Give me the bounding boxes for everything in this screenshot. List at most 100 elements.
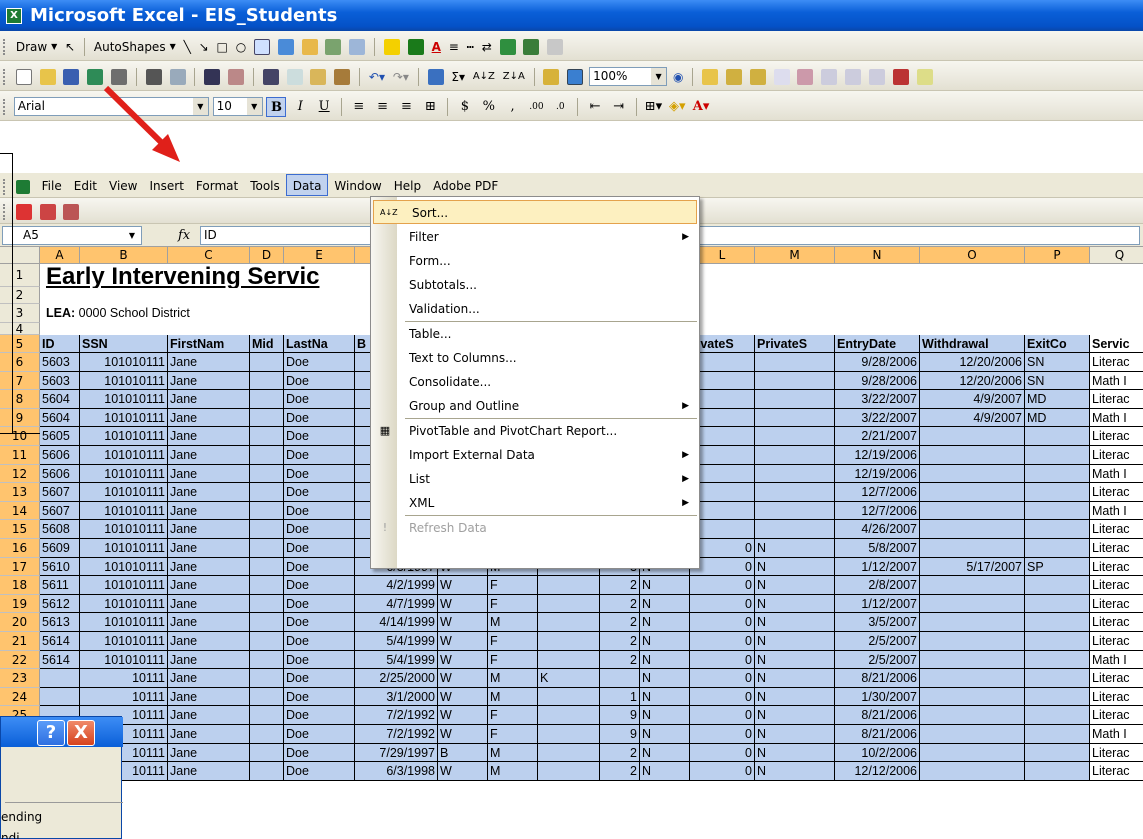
cell-j-row[interactable]: 2 <box>600 650 640 670</box>
font-size-select[interactable]: 10 ▼ <box>212 97 263 116</box>
cell-q-row[interactable]: Literac <box>1090 576 1143 595</box>
column-header-m[interactable]: M <box>755 247 835 264</box>
cell-l-row[interactable]: 0 <box>690 650 755 670</box>
cell-q-row[interactable]: Literac <box>1090 520 1143 539</box>
cell-p-row[interactable] <box>1025 539 1090 558</box>
cell-o-row[interactable] <box>920 613 1025 632</box>
cell-i-row[interactable] <box>538 650 600 670</box>
cell-n-row[interactable]: 12/12/2006 <box>835 762 920 781</box>
column-header-n[interactable]: N <box>835 247 920 264</box>
row-header-10[interactable]: 10 <box>0 427 40 446</box>
cell-n-row[interactable]: 2/5/2007 <box>835 650 920 670</box>
decrease-decimal-icon[interactable]: .0 <box>550 97 570 117</box>
row-header-22[interactable]: 22 <box>0 650 40 670</box>
cell-m-row[interactable] <box>755 390 835 409</box>
cell-d-row[interactable] <box>250 390 284 409</box>
insert-picture-icon[interactable] <box>349 38 366 55</box>
hyperlink-icon[interactable] <box>427 68 444 85</box>
data-menu-item-filter[interactable]: Filter ▶ <box>371 225 699 249</box>
cell-k-row[interactable]: N <box>640 706 690 725</box>
cell-f-row[interactable]: 6/3/1998 <box>355 762 438 781</box>
cell-e-row[interactable]: Doe <box>284 613 355 632</box>
cell-p-row[interactable]: SP <box>1025 557 1090 577</box>
cell-b-row[interactable]: 101010111 <box>80 650 168 670</box>
cell-k-row[interactable]: N <box>640 613 690 632</box>
column-header-d[interactable]: D <box>250 247 284 264</box>
cell-d-row[interactable] <box>250 632 284 651</box>
select-all-corner[interactable] <box>0 247 40 264</box>
wordart-icon[interactable] <box>277 38 294 55</box>
cell-p-row[interactable]: MD <box>1025 390 1090 409</box>
review-icon-9[interactable] <box>892 68 909 85</box>
cell-m-row[interactable]: N <box>755 632 835 651</box>
cell-o-row[interactable] <box>920 520 1025 539</box>
cell-f-row[interactable]: 4/7/1999 <box>355 594 438 614</box>
cell-g-row[interactable]: W <box>438 762 488 781</box>
cell-q-row[interactable]: Literac <box>1090 762 1143 781</box>
cell-m-row[interactable]: N <box>755 557 835 577</box>
column-label-c[interactable]: FirstNam <box>168 335 250 353</box>
cell-g-row[interactable]: W <box>438 632 488 651</box>
cell-n-row[interactable]: 1/30/2007 <box>835 687 920 707</box>
print-preview-icon[interactable] <box>169 68 186 85</box>
sort-descending-icon[interactable]: Z↓A <box>501 62 527 91</box>
cell-o-row[interactable]: 12/20/2006 <box>920 371 1025 391</box>
textbox-icon[interactable] <box>254 38 270 55</box>
cell-n-row[interactable]: 12/7/2006 <box>835 501 920 521</box>
menu-view[interactable]: View <box>103 175 143 197</box>
cell-q-row[interactable]: Math I <box>1090 651 1143 670</box>
cell-i-row[interactable] <box>538 613 600 632</box>
cell-j-row[interactable]: 2 <box>600 613 640 632</box>
cell-g-row[interactable]: B <box>438 743 488 763</box>
cell-m-row[interactable] <box>755 520 835 539</box>
cell-q-row[interactable]: Literac <box>1090 632 1143 651</box>
cell-f-row[interactable]: 7/2/1992 <box>355 706 438 725</box>
cell-l-row[interactable]: 0 <box>690 762 755 781</box>
cell-b-row[interactable]: 101010111 <box>80 464 168 484</box>
cell-m-row[interactable]: N <box>755 687 835 707</box>
name-box[interactable]: A5 ▼ <box>2 226 142 245</box>
cell-a-row[interactable]: 5604 <box>40 408 80 428</box>
cell-e-row[interactable]: Doe <box>284 706 355 725</box>
data-menu-item-list[interactable]: List ▶ <box>371 467 699 491</box>
cell-g-row[interactable]: W <box>438 669 488 688</box>
cell-a-row[interactable]: 5609 <box>40 539 80 558</box>
cell-i-row[interactable] <box>538 743 600 763</box>
cell-e-row[interactable]: Doe <box>284 594 355 614</box>
cell-o-row[interactable] <box>920 539 1025 558</box>
cell-d-row[interactable] <box>250 687 284 707</box>
cell-h-row[interactable]: F <box>488 725 538 744</box>
cell-b-row[interactable]: 101010111 <box>80 501 168 521</box>
row-header-5[interactable]: 5 <box>0 335 40 353</box>
pdf-review-icon[interactable] <box>63 203 80 220</box>
menu-tools[interactable]: Tools <box>244 175 286 197</box>
cell-q-row[interactable]: Math I <box>1090 372 1143 391</box>
menu-file[interactable]: File <box>36 175 68 197</box>
cell-a-row[interactable]: 5604 <box>40 390 80 409</box>
cell-p-row[interactable] <box>1025 594 1090 614</box>
cell-l-row[interactable]: 0 <box>690 594 755 614</box>
data-menu-item-import-external-data[interactable]: Import External Data ▶ <box>371 443 699 467</box>
chart-wizard-icon[interactable] <box>543 68 560 85</box>
cell-n-row[interactable]: 3/22/2007 <box>835 408 920 428</box>
cell-f-row[interactable]: 2/25/2000 <box>355 669 438 688</box>
dash-style-icon[interactable]: ┅ <box>465 32 476 61</box>
cell-j-row[interactable]: 1 <box>600 687 640 707</box>
cell-a-row[interactable]: 5607 <box>40 501 80 521</box>
data-menu-item-pivottable-and-pivotchart-report[interactable]: PivotTable and PivotChart Report... ▦ <box>371 419 699 443</box>
cell-c-row[interactable]: Jane <box>168 743 250 763</box>
data-menu-item-group-and-outline[interactable]: Group and Outline ▶ <box>371 394 699 418</box>
oval-icon[interactable]: ○ <box>234 32 248 61</box>
cell-d-row[interactable] <box>250 762 284 781</box>
cell-o-row[interactable] <box>920 725 1025 744</box>
sheet-title[interactable]: Early Intervening Servic <box>44 264 404 288</box>
new-icon[interactable] <box>15 68 32 85</box>
draw-menu-button[interactable]: Draw <box>14 32 49 61</box>
cell-n-row[interactable]: 8/21/2006 <box>835 706 920 725</box>
row-header-17[interactable]: 17 <box>0 557 40 577</box>
email-icon[interactable] <box>111 68 128 85</box>
column-label-a[interactable]: ID <box>40 335 80 353</box>
cell-p-row[interactable] <box>1025 427 1090 446</box>
cell-o-row[interactable] <box>920 464 1025 484</box>
cell-b-row[interactable]: 101010111 <box>80 613 168 632</box>
